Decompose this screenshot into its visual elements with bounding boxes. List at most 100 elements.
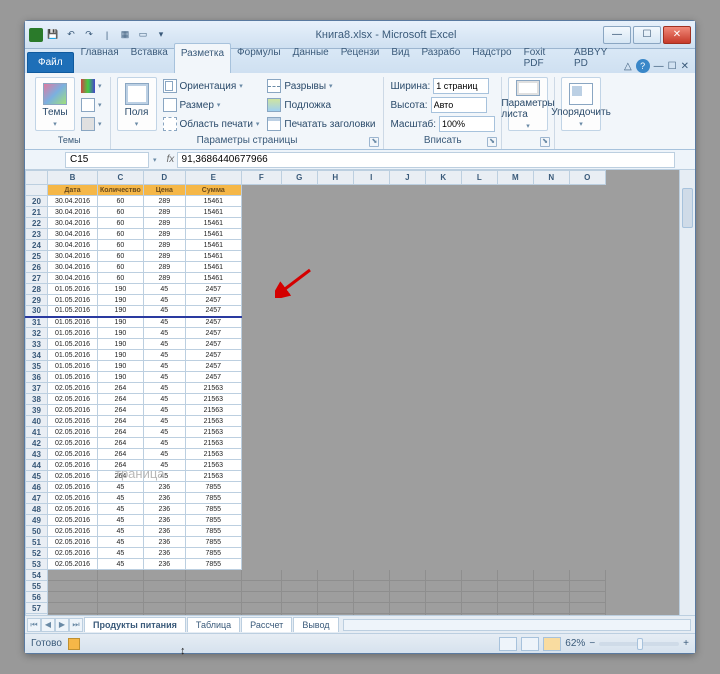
table-header-cell[interactable]: Сумма	[185, 185, 241, 196]
row-header[interactable]: 58	[26, 614, 48, 616]
row-header[interactable]: 29	[26, 295, 48, 306]
cell[interactable]: 01.05.2016	[48, 306, 98, 317]
cell[interactable]: 02.05.2016	[48, 438, 98, 449]
table-header-cell[interactable]: Цена	[143, 185, 185, 196]
cell[interactable]: 45	[98, 482, 144, 493]
row-header[interactable]: 57	[26, 603, 48, 614]
row-header[interactable]: 44	[26, 460, 48, 471]
cell[interactable]: 02.05.2016	[48, 460, 98, 471]
row-header[interactable]: 42	[26, 438, 48, 449]
cell[interactable]: 236	[143, 504, 185, 515]
help-icon[interactable]: ?	[636, 59, 650, 73]
col-header[interactable]: I	[353, 171, 389, 185]
cell[interactable]: 264	[98, 471, 144, 482]
sheet-options-button[interactable]: Параметры листа▾	[508, 77, 548, 131]
cell[interactable]	[353, 592, 389, 603]
cell[interactable]: 264	[98, 460, 144, 471]
cell[interactable]	[98, 603, 144, 614]
worksheet-area[interactable]: BCDEFGHIJKLMNOДатаКоличествоЦенаСумма203…	[25, 170, 695, 615]
col-header[interactable]: M	[497, 171, 533, 185]
row-header[interactable]: 49	[26, 515, 48, 526]
ribbon-tab-7[interactable]: Разрабо	[415, 43, 466, 73]
col-header[interactable]: K	[425, 171, 461, 185]
cell[interactable]: 21563	[185, 449, 241, 460]
row-header[interactable]: 32	[26, 328, 48, 339]
size-button[interactable]: Размер▾	[161, 96, 262, 114]
cell[interactable]: 15461	[185, 218, 241, 229]
col-header[interactable]: B	[48, 171, 98, 185]
cell[interactable]: 190	[98, 361, 144, 372]
col-header[interactable]: D	[143, 171, 185, 185]
cell[interactable]: 7855	[185, 559, 241, 570]
cell[interactable]: 2457	[185, 372, 241, 383]
row-header[interactable]: 56	[26, 592, 48, 603]
cell[interactable]	[461, 570, 497, 581]
cell[interactable]: 01.05.2016	[48, 317, 98, 328]
cell[interactable]: 289	[143, 218, 185, 229]
cell[interactable]: 01.05.2016	[48, 361, 98, 372]
close-button[interactable]: ✕	[663, 26, 691, 44]
row-header[interactable]: 23	[26, 229, 48, 240]
cell[interactable]	[143, 581, 185, 592]
row-header[interactable]: 46	[26, 482, 48, 493]
row-header[interactable]: 33	[26, 339, 48, 350]
qat-customize-icon[interactable]: ▾	[153, 27, 169, 43]
cell[interactable]: 45	[143, 471, 185, 482]
cell[interactable]: 7855	[185, 493, 241, 504]
height-input[interactable]	[431, 97, 487, 113]
cell[interactable]	[569, 592, 605, 603]
cell[interactable]	[98, 592, 144, 603]
cell[interactable]	[533, 592, 569, 603]
cell[interactable]: 30.04.2016	[48, 240, 98, 251]
cell[interactable]: 45	[143, 361, 185, 372]
cell[interactable]: 289	[143, 273, 185, 284]
cell[interactable]	[48, 581, 98, 592]
col-header[interactable]: N	[533, 171, 569, 185]
print-area-button[interactable]: Область печати▾	[161, 115, 262, 133]
cell[interactable]	[425, 581, 461, 592]
cell[interactable]	[317, 603, 353, 614]
cell[interactable]: 60	[98, 218, 144, 229]
cell[interactable]: 236	[143, 482, 185, 493]
cell[interactable]	[569, 614, 605, 616]
cell[interactable]: 60	[98, 273, 144, 284]
cell[interactable]: 02.05.2016	[48, 427, 98, 438]
cell[interactable]	[241, 592, 281, 603]
ribbon-tab-5[interactable]: Рецензи	[335, 43, 386, 73]
cell[interactable]: 7855	[185, 515, 241, 526]
cell[interactable]: 30.04.2016	[48, 207, 98, 218]
row-header[interactable]: 24	[26, 240, 48, 251]
cell[interactable]: 2457	[185, 295, 241, 306]
cell[interactable]: 45	[143, 295, 185, 306]
row-header[interactable]: 39	[26, 405, 48, 416]
zoom-level[interactable]: 62%	[565, 638, 585, 649]
sheet-tab-0[interactable]: Продукты питания	[84, 617, 186, 632]
cell[interactable]: 45	[143, 394, 185, 405]
cell[interactable]: 01.05.2016	[48, 339, 98, 350]
cell[interactable]: 45	[98, 504, 144, 515]
ribbon-tab-4[interactable]: Данные	[287, 43, 335, 73]
cell[interactable]	[317, 581, 353, 592]
zoom-in-icon[interactable]: +	[683, 638, 689, 649]
col-header[interactable]: L	[461, 171, 497, 185]
cell[interactable]: 190	[98, 284, 144, 295]
cell[interactable]: 02.05.2016	[48, 383, 98, 394]
cell[interactable]	[353, 581, 389, 592]
cell[interactable]: 30.04.2016	[48, 229, 98, 240]
cell[interactable]: 15461	[185, 251, 241, 262]
cell[interactable]: 02.05.2016	[48, 548, 98, 559]
cell[interactable]: 01.05.2016	[48, 350, 98, 361]
cell[interactable]: 289	[143, 207, 185, 218]
cell[interactable]: 02.05.2016	[48, 482, 98, 493]
cell[interactable]: 21563	[185, 416, 241, 427]
cell[interactable]: 45	[143, 449, 185, 460]
cell[interactable]: 45	[98, 537, 144, 548]
cell[interactable]: 60	[98, 251, 144, 262]
cell[interactable]	[98, 581, 144, 592]
minimize-button[interactable]: —	[603, 26, 631, 44]
cell[interactable]: 21563	[185, 383, 241, 394]
cell[interactable]	[569, 570, 605, 581]
row-header[interactable]: 31	[26, 317, 48, 328]
sheet-tab-2[interactable]: Рассчет	[241, 617, 292, 632]
cell[interactable]	[353, 603, 389, 614]
